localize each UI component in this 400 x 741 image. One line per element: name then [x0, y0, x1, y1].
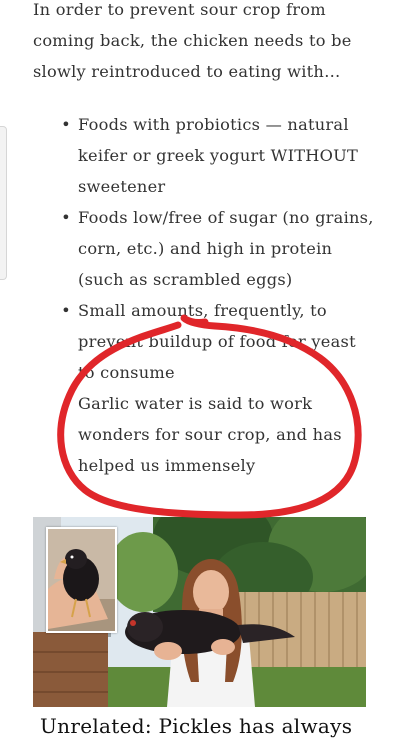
- list-item-text: Foods low/free of sugar (no grains, corn…: [78, 208, 374, 289]
- inset-photo: [46, 527, 117, 633]
- tips-list: • Foods with probiotics — natural keifer…: [60, 109, 375, 481]
- photo-caption: Unrelated: Pickles has always: [40, 714, 353, 738]
- list-item-text: Garlic water is said to work wonders for…: [78, 394, 342, 475]
- bullet-dot: •: [61, 394, 71, 413]
- list-item: • Small amounts, frequently, to prevent …: [60, 295, 375, 388]
- bullet-dot: •: [61, 208, 71, 227]
- list-item-text: Foods with probiotics — natural keifer o…: [78, 115, 359, 196]
- list-item-text: Small amounts, frequently, to prevent bu…: [78, 301, 356, 382]
- side-scroll-tab[interactable]: [0, 126, 7, 280]
- list-item: • Foods with probiotics — natural keifer…: [60, 109, 375, 202]
- list-item: • Garlic water is said to work wonders f…: [60, 388, 375, 481]
- article-page: In order to prevent sour crop from comin…: [0, 0, 400, 741]
- list-item: • Foods low/free of sugar (no grains, co…: [60, 202, 375, 295]
- inset-photo-illustration: [48, 529, 115, 631]
- intro-paragraph: In order to prevent sour crop from comin…: [33, 0, 352, 81]
- bullet-dot: •: [61, 115, 71, 134]
- bullet-dot: •: [61, 301, 71, 320]
